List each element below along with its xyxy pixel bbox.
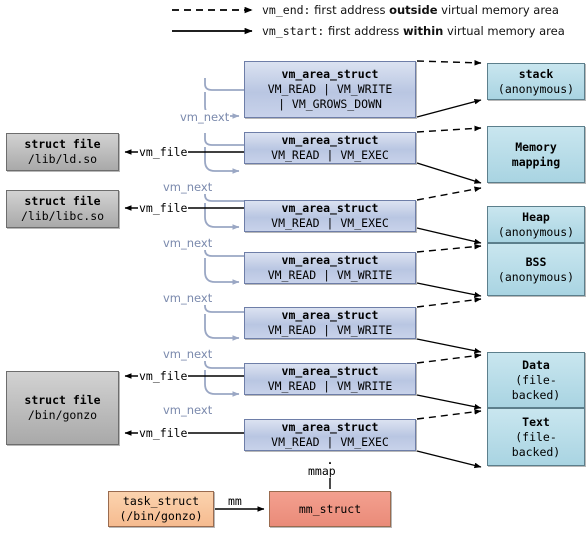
legend-vm-end: vm_end: first address outside virtual me…: [262, 3, 559, 17]
vma-flags-line-1: VM_READ | VM_WRITE: [267, 323, 393, 337]
region-heap[interactable]: Heap (anonymous): [487, 206, 585, 243]
vma-flags-line-2: | VM_GROWS_DOWN: [278, 97, 382, 111]
region-stack[interactable]: stack (anonymous): [487, 63, 585, 100]
region-name: BSS: [525, 254, 547, 269]
mm-label: mm: [227, 494, 243, 508]
vma-box-bss[interactable]: vm_area_struct VM_READ | VM_WRITE: [244, 307, 416, 339]
vm-file-label: vm_file: [138, 201, 189, 215]
struct-file-title: struct file: [24, 137, 101, 151]
vma-title: vm_area_struct: [281, 253, 379, 267]
region-kind: (file-: [515, 372, 557, 387]
region-kind-2: backed): [511, 444, 561, 459]
legend-vm-end-name: vm_end:: [262, 3, 311, 17]
task-struct-box[interactable]: task_struct (/bin/gonzo): [108, 491, 214, 527]
vma-flags-line-1: VM_READ | VM_EXEC: [271, 148, 389, 162]
vma-flags-line-1: VM_READ | VM_EXEC: [271, 216, 389, 230]
mmap-label: mmap: [307, 464, 337, 478]
legend-vm-end-emph: outside: [389, 3, 438, 17]
vm-next-label: vm_next: [162, 403, 214, 417]
vma-flags-line-1: VM_READ | VM_EXEC: [271, 435, 389, 449]
struct-file-path: /lib/ld.so: [27, 152, 98, 166]
vma-title: vm_area_struct: [281, 308, 379, 322]
diagram-canvas: vm_end: first address outside virtual me…: [0, 0, 587, 533]
vma-title: vm_area_struct: [281, 133, 379, 147]
vm-next-label: vm_next: [162, 347, 214, 361]
vm-file-label: vm_file: [138, 369, 189, 383]
task-struct-path: (/bin/gonzo): [119, 509, 203, 523]
legend-vm-end-text-b: virtual memory area: [437, 3, 559, 17]
vm-next-label: vm_next: [162, 236, 214, 250]
vma-flags-line-1: VM_READ | VM_WRITE: [267, 268, 393, 282]
struct-file-path: /bin/gonzo: [27, 408, 98, 422]
struct-file-bin-gonzo[interactable]: struct file /bin/gonzo: [6, 371, 119, 445]
vma-title: vm_area_struct: [281, 364, 379, 378]
struct-file-title: struct file: [24, 393, 101, 407]
region-name: Heap: [522, 209, 550, 224]
vma-box-data[interactable]: vm_area_struct VM_READ | VM_WRITE: [244, 363, 416, 395]
task-struct-title: task_struct: [122, 494, 200, 508]
vma-box-heap[interactable]: vm_area_struct VM_READ | VM_WRITE: [244, 252, 416, 284]
region-kind: (file-: [515, 429, 557, 444]
mm-struct-title: mm_struct: [298, 501, 362, 516]
vm-file-label: vm_file: [138, 426, 189, 440]
legend-vm-start-name: vm_start:: [262, 24, 325, 38]
vma-box-libc-so[interactable]: vm_area_struct VM_READ | VM_EXEC: [244, 200, 416, 232]
region-bss[interactable]: BSS (anonymous): [487, 243, 585, 296]
vma-title: vm_area_struct: [281, 201, 379, 215]
struct-file-path: /lib/libc.so: [20, 209, 105, 223]
struct-file-ld-so[interactable]: struct file /lib/ld.so: [6, 133, 119, 171]
legend-vm-start: vm_start: first address within virtual m…: [262, 24, 565, 38]
region-kind: (anonymous): [497, 269, 575, 284]
vm-next-label: vm_next: [179, 110, 231, 124]
vma-box-ld-so[interactable]: vm_area_struct VM_READ | VM_EXEC: [244, 132, 416, 164]
legend-vm-end-text-a: first address: [314, 3, 390, 17]
vma-box-stack[interactable]: vm_area_struct VM_READ | VM_WRITE | VM_G…: [244, 61, 416, 118]
region-kind-2: backed): [511, 387, 561, 402]
legend-vm-start-text-b: virtual memory area: [443, 24, 565, 38]
legend-vm-start-emph: within: [402, 24, 444, 38]
vma-flags-line-1: VM_READ | VM_WRITE: [267, 82, 393, 96]
vm-next-label: vm_next: [162, 291, 214, 305]
struct-file-title: struct file: [24, 194, 101, 208]
vma-title: vm_area_struct: [281, 420, 379, 434]
vma-title: vm_area_struct: [281, 67, 379, 81]
legend-vm-start-text-a: first address: [327, 24, 403, 38]
region-text[interactable]: Text (file- backed): [487, 408, 585, 466]
vma-flags-line-1: VM_READ | VM_WRITE: [267, 379, 393, 393]
region-kind: (anonymous): [497, 81, 575, 96]
vma-box-text[interactable]: vm_area_struct VM_READ | VM_EXEC: [244, 419, 416, 451]
region-kind: mapping: [511, 154, 561, 169]
mm-struct-box[interactable]: mm_struct: [269, 491, 391, 527]
region-name: stack: [518, 66, 554, 81]
region-data[interactable]: Data (file- backed): [487, 352, 585, 408]
region-name: Memory: [515, 139, 557, 154]
vm-file-label: vm_file: [138, 145, 189, 159]
region-name: Data: [522, 357, 550, 372]
region-memory-mapping[interactable]: Memory mapping: [487, 126, 585, 183]
struct-file-libc-so[interactable]: struct file /lib/libc.so: [6, 190, 119, 228]
region-kind: (anonymous): [497, 224, 575, 239]
vm-next-label: vm_next: [162, 180, 214, 194]
region-name: Text: [522, 414, 550, 429]
